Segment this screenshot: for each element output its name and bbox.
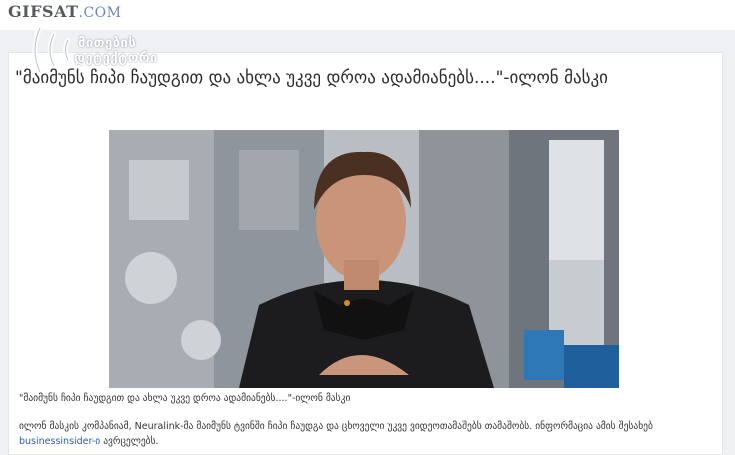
photo-caption: "მაიმუნს ჩიპი ჩაუდგით და ახლა უკვე დროა … (19, 393, 351, 404)
source-link[interactable]: businessinsider-ი (19, 436, 100, 447)
watermark-line-2: დეტექტორი (74, 51, 158, 66)
body-text-prefix: ილონ მასკის კომპანიამ, Neuralink-მა მაიმ… (19, 421, 653, 432)
photo-illustration (109, 130, 619, 388)
logo-tld-text: .COM (78, 5, 122, 21)
logo-main-text: GIFSAT (8, 2, 79, 21)
watermark-line-1: მითების (78, 36, 137, 51)
body-text-suffix: ავრცელებს. (100, 436, 159, 447)
article-photo (109, 130, 619, 388)
site-logo[interactable]: GIFSAT.COM (8, 2, 122, 21)
article-body: ილონ მასკის კომპანიამ, Neuralink-მა მაიმ… (19, 419, 709, 449)
